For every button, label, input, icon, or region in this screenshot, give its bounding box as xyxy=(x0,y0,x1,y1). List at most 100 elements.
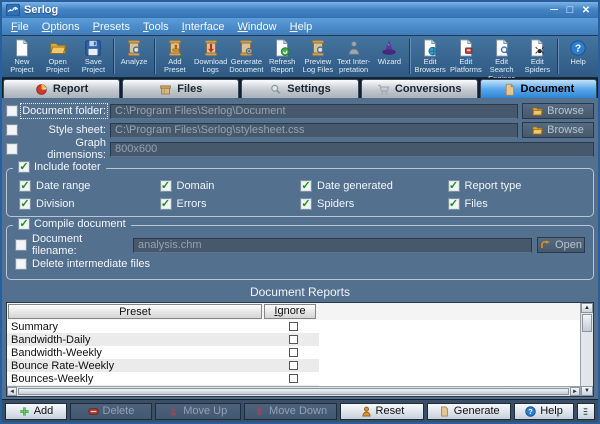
toolbar-button-add-preset[interactable]: Add Preset xyxy=(157,37,193,76)
close-icon[interactable] xyxy=(578,3,594,18)
tab-document[interactable]: Document xyxy=(480,79,597,98)
compile-document-checkbox[interactable] xyxy=(18,218,30,230)
menu-item-interface[interactable]: Interface xyxy=(176,20,231,34)
tab-conversions[interactable]: Conversions xyxy=(361,79,478,98)
add-button[interactable]: Add xyxy=(5,403,67,420)
toolbar-button-analyze[interactable]: Analyze xyxy=(116,37,152,76)
document-folder-browse-button[interactable]: Browse xyxy=(522,103,594,119)
app-window: Serlog FileOptionsPresetsToolsInterfaceW… xyxy=(0,0,600,424)
footer-option-files: Files xyxy=(448,198,581,210)
title-bar: Serlog xyxy=(2,2,598,18)
move-up-button[interactable]: Move Up xyxy=(155,403,241,420)
wizard-icon xyxy=(380,39,398,57)
bottom-button-label: Generate xyxy=(454,405,500,417)
document-filename-input[interactable]: analysis.chm xyxy=(133,238,532,253)
scroll-up-icon[interactable] xyxy=(581,303,593,313)
table-row[interactable]: Bounce Rate-Weekly xyxy=(7,359,593,372)
menu-item-presets[interactable]: Presets xyxy=(87,20,136,34)
footer-option-checkbox[interactable] xyxy=(19,180,31,192)
document-folder-input[interactable]: C:\Program Files\Serlog\Document xyxy=(110,104,518,119)
toolbar-button-open-project[interactable]: Open Project xyxy=(40,37,76,76)
footer-option-checkbox[interactable] xyxy=(300,180,312,192)
help-small-icon: ? xyxy=(525,406,536,417)
ignore-checkbox[interactable] xyxy=(289,374,298,383)
menu-item-options[interactable]: Options xyxy=(36,20,86,34)
toolbar-button-edit-browsers[interactable]: Edit Browsers xyxy=(412,37,448,76)
toolbar-button-edit-search-engines[interactable]: Edit Search Engines xyxy=(484,37,520,76)
delete-intermediate-checkbox[interactable] xyxy=(15,258,27,270)
table-row[interactable]: Summary xyxy=(7,320,593,333)
toolbar-button-label: Edit Spiders xyxy=(525,58,550,75)
toolbar-button-text-inter-pretation[interactable]: Text Inter- pretation xyxy=(336,37,372,76)
tab-label: Report xyxy=(53,83,88,95)
vertical-scroll-thumb[interactable] xyxy=(582,314,592,332)
menu-item-tools[interactable]: Tools xyxy=(137,20,175,34)
menu-item-window[interactable]: Window xyxy=(231,20,282,34)
reset-button[interactable]: Reset xyxy=(340,403,424,420)
toolbar-button-save-project[interactable]: Save Project xyxy=(76,37,112,76)
tab-document-icon xyxy=(503,83,516,96)
toolbar-button-new-project[interactable]: New Project xyxy=(4,37,40,76)
toolbar-button-edit-platforms[interactable]: Edit Platforms xyxy=(448,37,484,76)
table-row[interactable]: Bandwidth-Daily xyxy=(7,333,593,346)
footer-option-checkbox[interactable] xyxy=(300,198,312,210)
toolbar-button-wizard[interactable]: Wizard xyxy=(372,37,408,76)
document-filename-checkbox[interactable] xyxy=(15,239,27,251)
footer-option-checkbox[interactable] xyxy=(448,198,460,210)
toolbar-button-download-logs[interactable]: Download Logs xyxy=(193,37,229,76)
ignore-checkbox[interactable] xyxy=(289,361,298,370)
tab-files[interactable]: Files xyxy=(122,79,239,98)
toolbar-button-refresh-report[interactable]: Refresh Report xyxy=(264,37,300,76)
footer-option-checkbox[interactable] xyxy=(160,180,172,192)
include-footer-checkbox[interactable] xyxy=(18,161,30,173)
menu-item-help[interactable]: Help xyxy=(284,20,319,34)
style-sheet-input[interactable]: C:\Program Files\Serlog\stylesheet.css xyxy=(110,123,518,138)
column-header-ignore[interactable]: Ignore xyxy=(264,304,316,319)
open-button[interactable]: Open xyxy=(537,237,585,253)
horizontal-scroll-thumb[interactable] xyxy=(18,388,569,395)
graph-dimensions-input[interactable]: 800x600 xyxy=(110,142,594,157)
table-row[interactable]: Bounces-Weekly xyxy=(7,372,593,385)
open-icon xyxy=(540,240,551,250)
vertical-scrollbar[interactable] xyxy=(580,303,593,396)
open-button-label: Open xyxy=(555,239,582,251)
document-folder-checkbox[interactable] xyxy=(6,105,18,117)
footer-option-checkbox[interactable] xyxy=(19,198,31,210)
footer-option-checkbox[interactable] xyxy=(160,198,172,210)
graph-dimensions-checkbox[interactable] xyxy=(6,143,18,155)
ignore-checkbox[interactable] xyxy=(289,322,298,331)
generate-button[interactable]: Generate xyxy=(427,403,511,420)
minimize-icon[interactable] xyxy=(546,3,562,18)
open-project-icon xyxy=(49,39,67,57)
toolbar-button-preview-log-files[interactable]: Preview Log Files xyxy=(300,37,336,76)
toolbar-button-label: Add Preset xyxy=(164,58,186,75)
help-button[interactable]: ?Help xyxy=(514,403,574,420)
footer-option-label: Division xyxy=(36,198,75,210)
graph-dimensions-row: Graph dimensions: 800x600 xyxy=(6,141,594,157)
ignore-checkbox[interactable] xyxy=(289,335,298,344)
grip-button[interactable] xyxy=(577,403,595,420)
column-header-preset[interactable]: Preset xyxy=(8,304,262,319)
document-panel: Document folder: C:\Program Files\Serlog… xyxy=(2,98,598,399)
footer-option-checkbox[interactable] xyxy=(448,180,460,192)
toolbar-separator xyxy=(154,39,155,74)
scroll-down-icon[interactable] xyxy=(581,386,593,396)
toolbar-button-help[interactable]: ?Help xyxy=(560,37,596,76)
toolbar-button-edit-spiders[interactable]: Edit Spiders xyxy=(520,37,556,76)
delete-button[interactable]: Delete xyxy=(70,403,152,420)
style-sheet-checkbox[interactable] xyxy=(6,124,18,136)
scroll-left-icon[interactable] xyxy=(7,387,17,396)
move-down-button[interactable]: Move Down xyxy=(244,403,338,420)
toolbar-button-generate-document[interactable]: Generate Document xyxy=(229,37,265,76)
table-row[interactable]: Bandwidth-Weekly xyxy=(7,346,593,359)
ignore-checkbox[interactable] xyxy=(289,348,298,357)
style-sheet-browse-button[interactable]: Browse xyxy=(522,122,594,138)
scroll-right-icon[interactable] xyxy=(570,387,580,396)
svg-text:?: ? xyxy=(575,44,581,55)
tab-settings[interactable]: Settings xyxy=(241,79,358,98)
horizontal-scrollbar[interactable] xyxy=(7,386,580,396)
menu-item-file[interactable]: File xyxy=(5,20,35,34)
maximize-icon[interactable] xyxy=(562,3,578,17)
tab-report[interactable]: Report xyxy=(3,79,120,98)
document-filename-row: Document filename: analysis.chm Open xyxy=(15,237,585,253)
